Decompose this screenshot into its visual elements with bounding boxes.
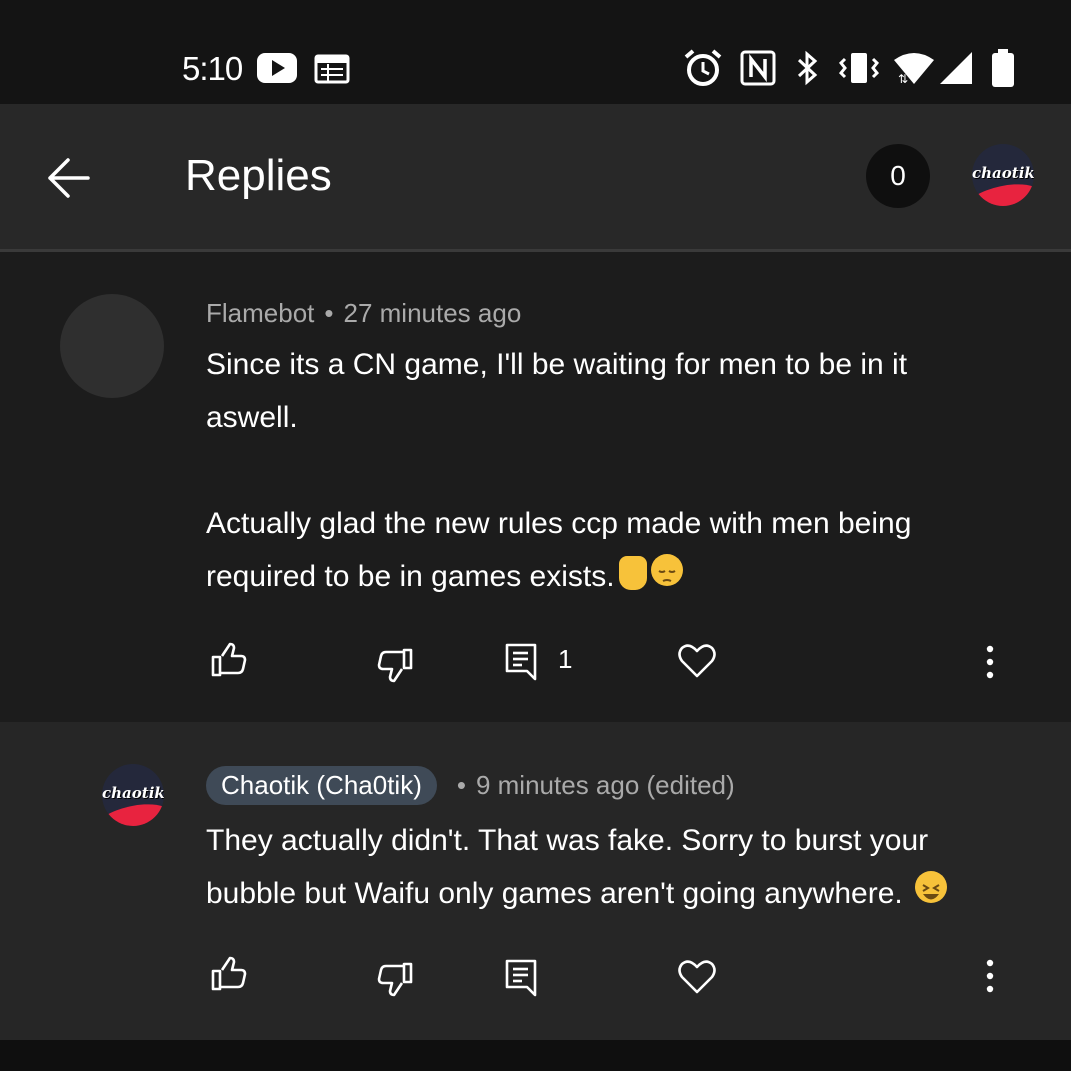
grinning-squinting-face-emoji	[915, 871, 948, 903]
reply-icon[interactable]	[504, 958, 538, 998]
youtube-icon	[257, 53, 297, 83]
avatar-logo-text: chaotik	[102, 783, 164, 802]
reply-text: They actually didn't. That was fake. Sor…	[206, 814, 966, 920]
reply-author-chip[interactable]: Chaotik (Cha0tik)	[206, 766, 437, 805]
comment-author[interactable]: Flamebot	[206, 298, 314, 329]
comment-time: 27 minutes ago	[343, 298, 522, 328]
reply-text-content: They actually didn't. That was fake. Sor…	[206, 824, 937, 910]
dislike-icon[interactable]	[376, 645, 416, 685]
battery-icon	[992, 49, 1014, 87]
avatar-logo-band	[102, 798, 164, 826]
nfc-icon	[740, 50, 776, 86]
app-bar: Replies 0 chaotik	[0, 104, 1071, 249]
dislike-icon[interactable]	[376, 959, 416, 999]
meta-separator: •	[456, 770, 466, 800]
parent-comment: Flamebot • 27 minutes ago Since its a CN…	[0, 252, 1071, 722]
avatar-logo-band	[972, 178, 1034, 206]
heart-icon[interactable]	[677, 958, 717, 996]
alarm-icon	[684, 49, 722, 86]
reply-comment: chaotik Chaotik (Cha0tik) • 9 minutes ag…	[0, 722, 1071, 1040]
account-avatar[interactable]: chaotik	[972, 144, 1034, 206]
heart-icon[interactable]	[677, 642, 717, 680]
status-bar: 5:10 ⇅	[0, 0, 1071, 104]
bottom-strip	[0, 1040, 1071, 1071]
calendar-icon	[314, 54, 350, 84]
reply-meta: Chaotik (Cha0tik) • 9 minutes ago (edite…	[206, 766, 735, 805]
comment-text-content: Since its a CN game, I'll be waiting for…	[206, 348, 912, 593]
raised-hand-emoji	[618, 556, 647, 590]
reply-time: 9 minutes ago (edited)	[475, 770, 735, 800]
meta-separator: •	[324, 298, 334, 328]
more-options-icon[interactable]	[980, 956, 1000, 996]
back-arrow-icon[interactable]	[40, 148, 100, 208]
notification-count-badge[interactable]: 0	[866, 144, 930, 208]
reply-count: 1	[558, 644, 573, 674]
author-avatar[interactable]	[60, 294, 164, 398]
avatar-logo-text: chaotik	[972, 163, 1034, 182]
comment-meta: Flamebot • 27 minutes ago	[206, 298, 521, 329]
vibrate-icon	[838, 53, 880, 83]
wifi-icon: ⇅	[894, 53, 934, 86]
more-options-icon[interactable]	[980, 642, 1000, 682]
status-time: 5:10	[182, 50, 243, 87]
reply-icon[interactable]	[504, 642, 538, 682]
reply-author-avatar[interactable]: chaotik	[102, 764, 164, 826]
page-title: Replies	[185, 151, 332, 200]
svg-text:⇅: ⇅	[898, 72, 908, 86]
like-icon[interactable]	[208, 640, 248, 680]
bluetooth-icon	[797, 50, 818, 86]
pensive-face-emoji	[650, 554, 683, 586]
signal-icon	[940, 52, 972, 84]
like-icon[interactable]	[208, 954, 248, 994]
comment-text: Since its a CN game, I'll be waiting for…	[206, 338, 966, 603]
